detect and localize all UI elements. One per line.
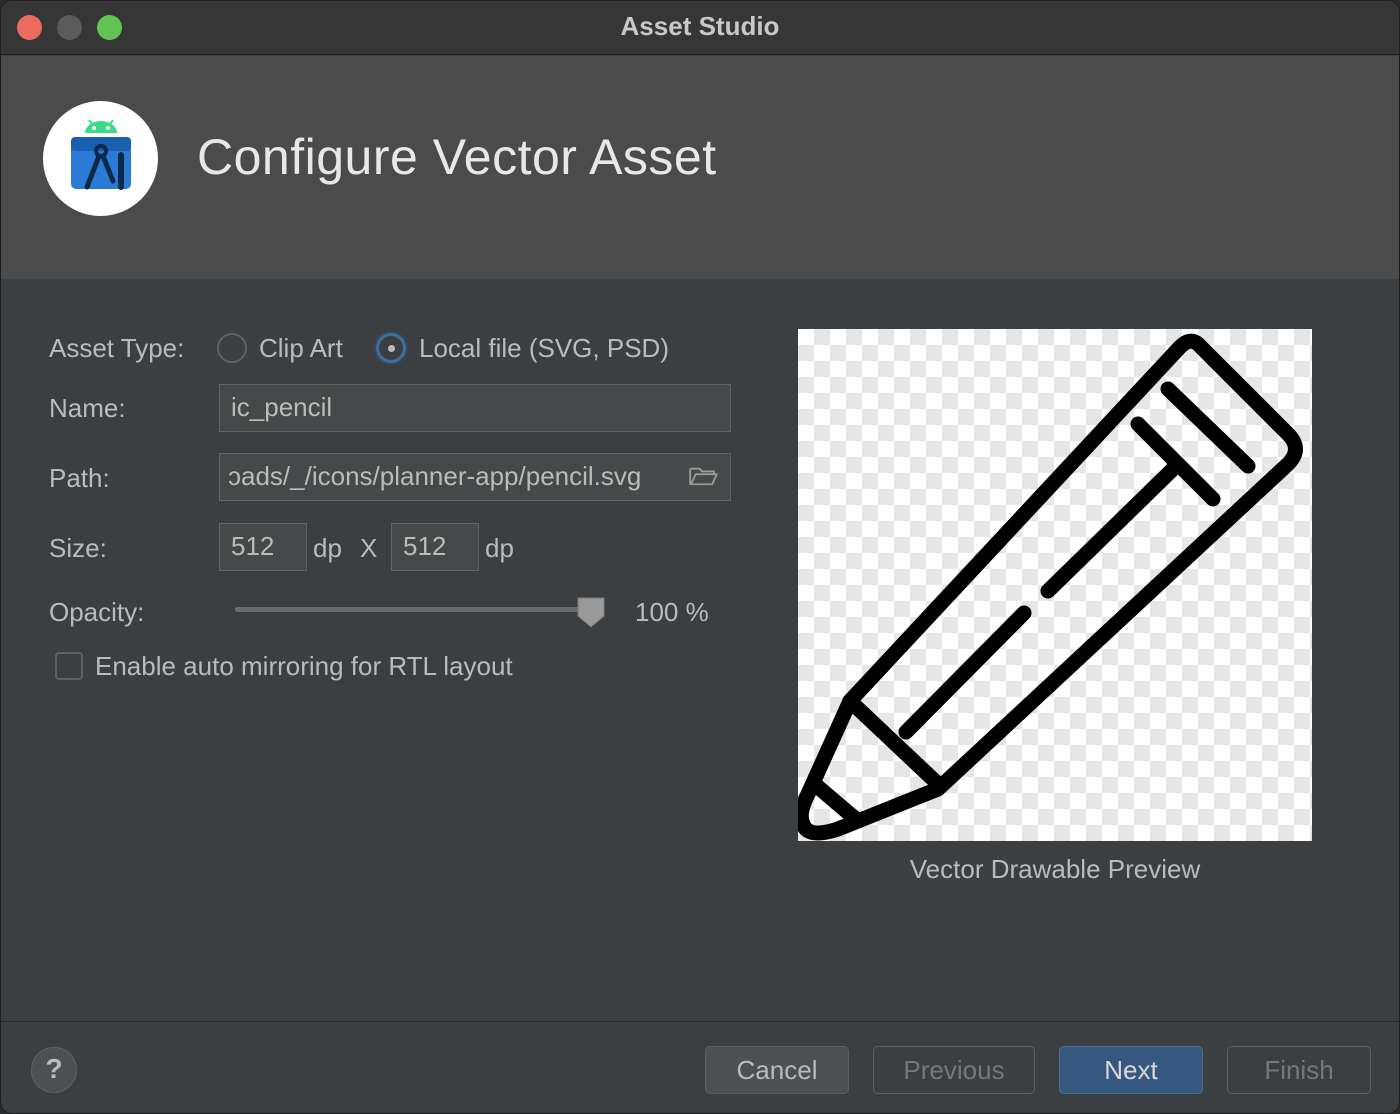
size-separator: X (360, 533, 378, 563)
android-studio-icon (71, 119, 131, 190)
size-label: Size: (49, 533, 107, 563)
next-button[interactable]: Next (1059, 1046, 1203, 1094)
name-label: Name: (49, 393, 126, 423)
opacity-slider-thumb[interactable] (576, 596, 606, 628)
opacity-label: Opacity: (49, 597, 145, 627)
height-unit: dp (485, 533, 514, 563)
asset-studio-window: Asset Studio Configure Vector Asset Asse… (0, 0, 1400, 1114)
width-input[interactable]: 512 (219, 523, 307, 571)
auto-mirroring-checkbox[interactable] (55, 652, 83, 680)
window-title: Asset Studio (620, 11, 780, 41)
asset-type-label: Asset Type: (49, 333, 185, 363)
path-value: ɔads/_/icons/planner-app/pencil.svg (228, 461, 642, 491)
auto-mirroring-label[interactable]: Enable auto mirroring for RTL layout (95, 651, 513, 682)
wizard-header: Configure Vector Asset (1, 56, 1399, 279)
vector-preview (798, 329, 1312, 841)
title-bar: Asset Studio (1, 1, 1399, 55)
path-label: Path: (49, 463, 110, 493)
preview-caption: Vector Drawable Preview (909, 854, 1201, 884)
pencil-icon (798, 333, 1303, 841)
name-input[interactable]: ic_pencil (219, 384, 731, 432)
clip-art-radio[interactable] (217, 333, 247, 363)
clip-art-label[interactable]: Clip Art (259, 333, 343, 364)
android-studio-logo (43, 101, 158, 216)
opacity-value: 100 % (635, 597, 709, 627)
previous-button[interactable]: Previous (873, 1046, 1035, 1094)
footer-divider (1, 1021, 1399, 1022)
local-file-label[interactable]: Local file (SVG, PSD) (419, 333, 669, 364)
page-title: Configure Vector Asset (197, 129, 717, 185)
folder-icon[interactable] (687, 465, 719, 487)
opacity-slider-track[interactable] (235, 607, 595, 612)
width-unit: dp (313, 533, 342, 563)
finish-button[interactable]: Finish (1227, 1046, 1371, 1094)
local-file-radio[interactable] (376, 333, 406, 363)
help-button[interactable]: ? (31, 1047, 77, 1093)
height-input[interactable]: 512 (391, 523, 479, 571)
path-input[interactable]: ɔads/_/icons/planner-app/pencil.svg (219, 453, 731, 501)
cancel-button[interactable]: Cancel (705, 1046, 849, 1094)
